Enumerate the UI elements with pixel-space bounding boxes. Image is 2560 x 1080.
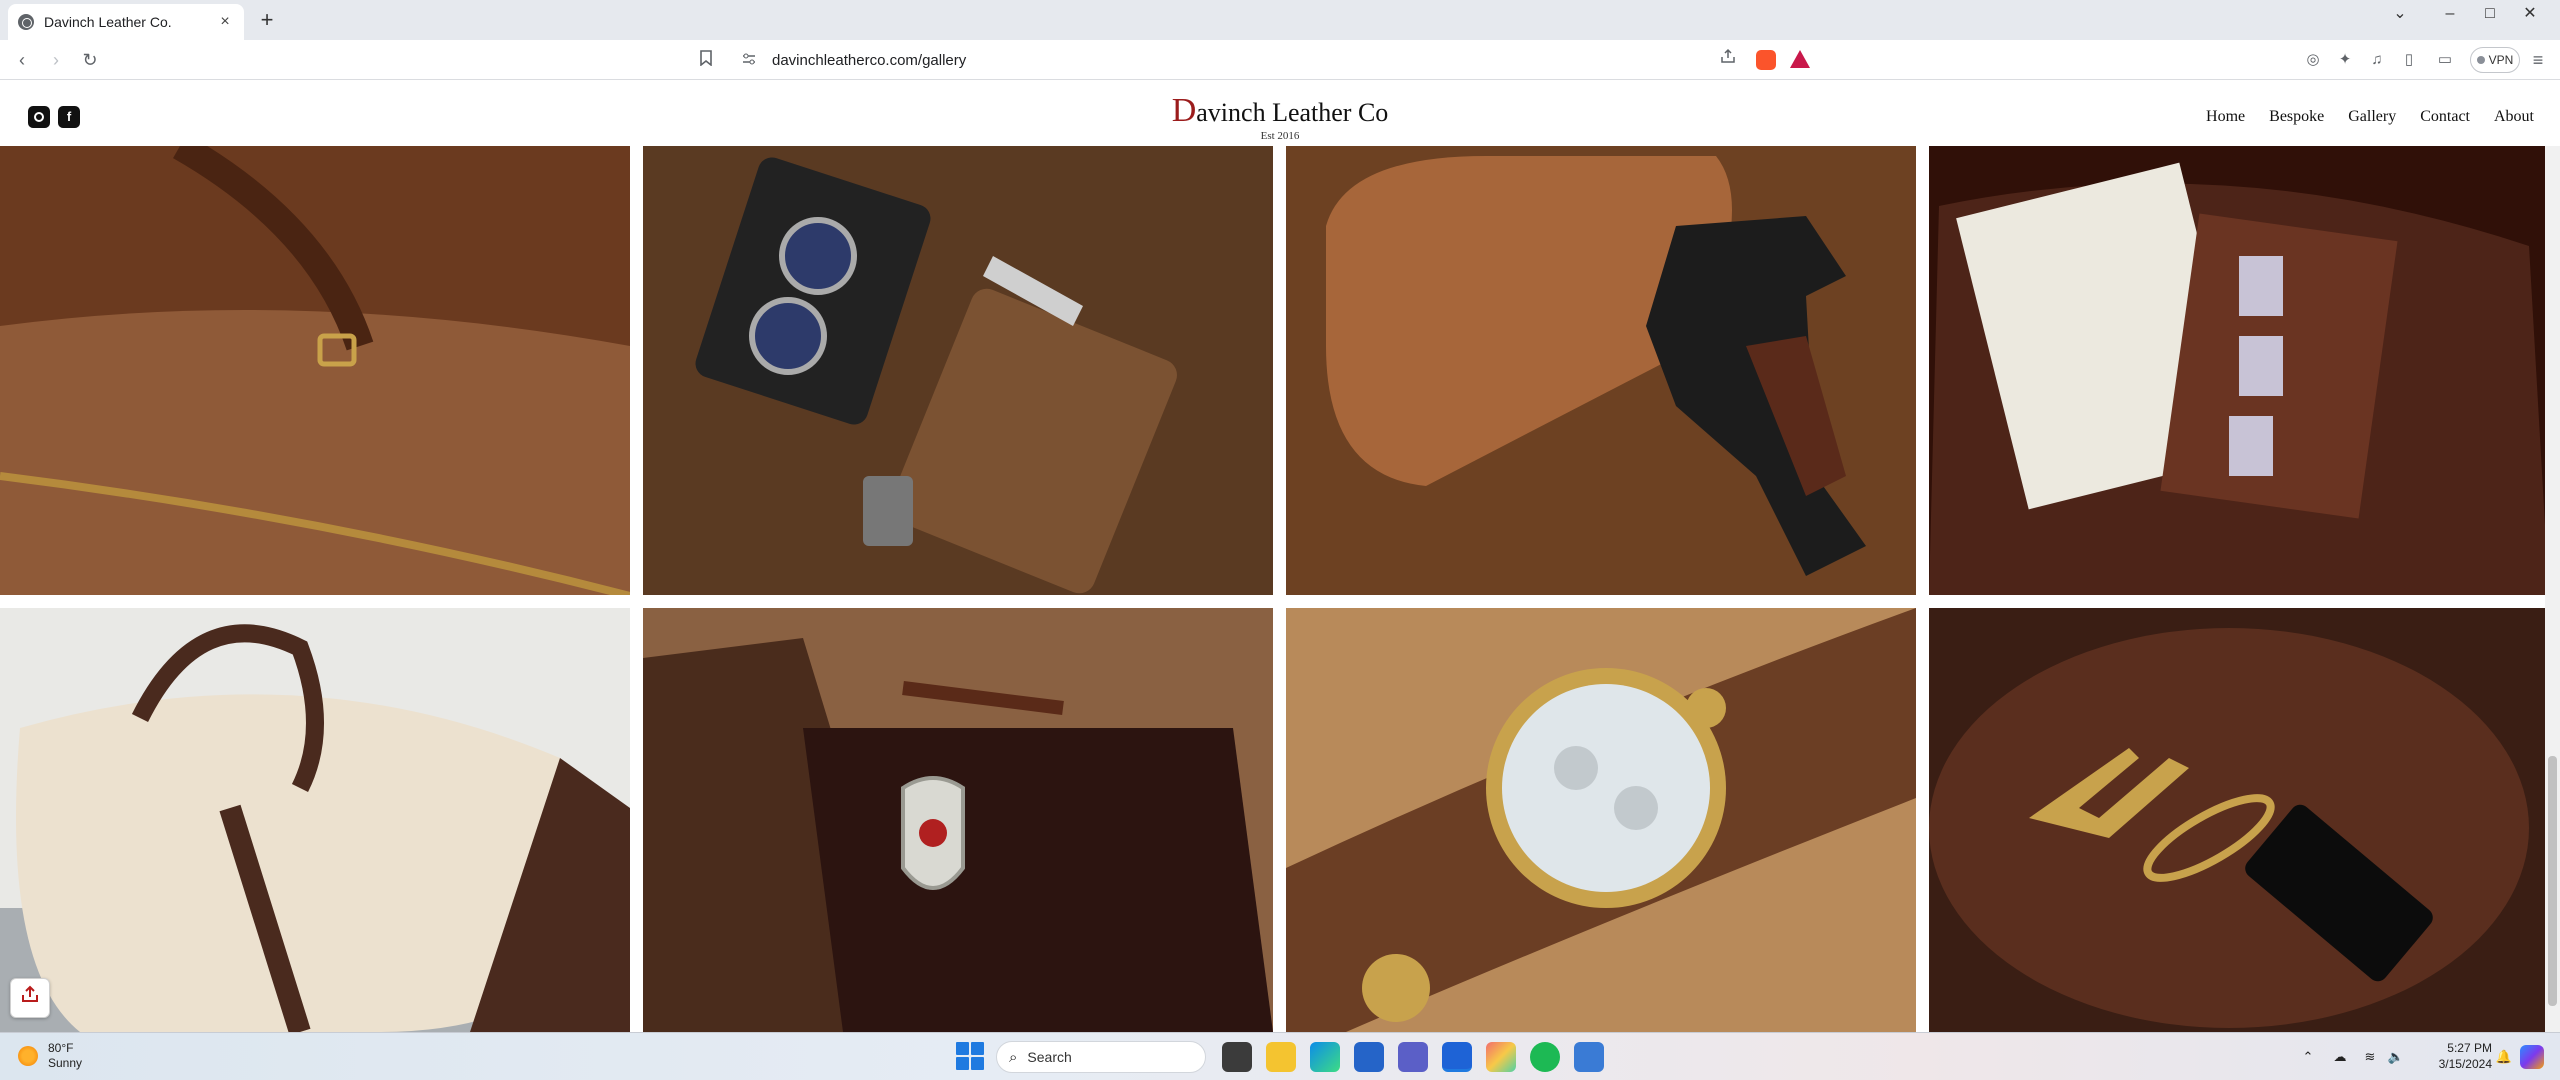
vpn-status-icon <box>2476 56 2485 64</box>
sidebar-icon[interactable]: ▯ <box>2398 49 2420 71</box>
reload-button[interactable]: ↻ <box>78 48 102 72</box>
leather-planner-photo <box>1929 146 2559 595</box>
temperature-text: 80°F <box>48 1041 74 1055</box>
site-nav: Home Bespoke Gallery Contact About <box>2206 108 2534 126</box>
weather-widget[interactable]: 80°F Sunny <box>18 1041 82 1071</box>
duffle-bag-zipper-photo <box>0 146 630 595</box>
sunny-weather-icon <box>18 1046 38 1066</box>
wifi-icon[interactable]: ≋ <box>2360 1047 2380 1067</box>
teams-icon[interactable] <box>1398 1042 1428 1072</box>
browser-tab-active[interactable]: Davinch Leather Co. × <box>8 4 244 40</box>
gallery-photo[interactable] <box>643 608 1273 1032</box>
established-text: Est 2016 <box>1260 130 1300 142</box>
keychain-tool-photo <box>1929 608 2559 1032</box>
vpn-button[interactable]: VPN <box>2470 47 2520 73</box>
gallery-photo[interactable] <box>1286 608 1916 1032</box>
back-button[interactable]: ‹ <box>10 48 34 72</box>
windows-taskbar: 80°F Sunny ⌕ Search ⌃ ☁ ≋ 🔈 5:27 PM 3/15… <box>0 1032 2560 1080</box>
gallery-photo[interactable] <box>1929 146 2559 595</box>
wallet-icon[interactable]: ▭ <box>2434 49 2456 71</box>
canvas-duffle-bag-photo <box>0 608 630 1032</box>
photo-gallery <box>0 146 2559 1032</box>
site-logo[interactable]: Davinch Leather Co <box>1080 92 1480 130</box>
browser-app-icon[interactable] <box>1574 1042 1604 1072</box>
leo-ai-icon[interactable]: ◎ <box>2302 49 2324 71</box>
badge-wallet-photo <box>643 608 1273 1032</box>
taskbar-search-box[interactable]: ⌕ Search <box>996 1041 1206 1073</box>
edge-browser-icon[interactable] <box>1310 1042 1340 1072</box>
gallery-photo[interactable] <box>1929 608 2559 1032</box>
clock-date: 3/15/2024 <box>2438 1057 2492 1071</box>
watch-strap-photo <box>1286 608 1916 1032</box>
nav-link-about[interactable]: About <box>2494 108 2534 126</box>
tab-search-chevron-icon[interactable]: ⌄ <box>2380 0 2420 28</box>
notification-bell-icon[interactable]: 🔔 <box>2494 1047 2514 1067</box>
tab-close-icon[interactable]: × <box>216 13 234 31</box>
app-window-icon[interactable] <box>1442 1042 1472 1072</box>
copilot-icon[interactable] <box>2520 1045 2544 1069</box>
maximize-button[interactable]: □ <box>2470 0 2510 28</box>
clock-time: 5:27 PM <box>2447 1041 2492 1055</box>
share-upload-button[interactable] <box>10 978 50 1018</box>
site-header: f Davinch Leather Co Est 2016 Home Bespo… <box>0 80 2560 146</box>
spotify-icon[interactable] <box>1530 1042 1560 1072</box>
tooled-pistol-case-photo <box>1286 146 1916 595</box>
minimize-button[interactable]: – <box>2430 0 2470 28</box>
weather-condition-text: Sunny <box>48 1056 83 1070</box>
speaker-muted-icon[interactable]: 🔈 <box>2386 1047 2406 1067</box>
close-window-button[interactable]: ✕ <box>2510 0 2550 28</box>
forward-button[interactable]: › <box>44 48 68 72</box>
hamburger-menu-icon[interactable]: ≡ <box>2526 48 2550 72</box>
microsoft-store-icon[interactable] <box>1354 1042 1384 1072</box>
nav-link-bespoke[interactable]: Bespoke <box>2269 108 2324 126</box>
instagram-icon[interactable] <box>28 106 50 128</box>
gallery-photo[interactable] <box>1286 146 1916 595</box>
show-hidden-icons-chevron-icon[interactable]: ⌃ <box>2298 1047 2318 1067</box>
tab-title: Davinch Leather Co. <box>44 14 172 30</box>
browser-toolbar: ‹ › ↻ davinchleatherco.com/gallery ◎ ✦ ♫… <box>0 40 2560 80</box>
new-tab-button[interactable]: + <box>254 8 280 34</box>
address-bar[interactable]: davinchleatherco.com/gallery <box>700 46 1800 74</box>
gallery-photo[interactable] <box>0 146 630 595</box>
facebook-icon[interactable]: f <box>58 106 80 128</box>
onedrive-icon[interactable]: ☁ <box>2330 1047 2350 1067</box>
site-favicon-icon <box>18 14 34 30</box>
page-scrollbar[interactable] <box>2545 146 2560 1032</box>
gallery-photo[interactable] <box>0 608 630 1032</box>
bookmark-icon[interactable] <box>700 49 724 71</box>
scrollbar-thumb[interactable] <box>2548 756 2557 1006</box>
brand-name: avinch Leather Co <box>1196 98 1389 127</box>
brave-rewards-icon[interactable] <box>1790 50 1810 68</box>
extensions-icon[interactable]: ✦ <box>2334 49 2356 71</box>
brave-shields-icon[interactable] <box>1756 50 1776 70</box>
url-text[interactable]: davinchleatherco.com/gallery <box>772 52 966 69</box>
nav-link-gallery[interactable]: Gallery <box>2348 108 2396 126</box>
browser-tab-bar: Davinch Leather Co. × + ⌄ – □ ✕ <box>0 0 2560 40</box>
file-explorer-icon[interactable] <box>1266 1042 1296 1072</box>
camera-wallet-photo <box>643 146 1273 595</box>
system-clock[interactable]: 5:27 PM 3/15/2024 <box>2420 1040 2492 1072</box>
site-settings-icon[interactable] <box>742 53 762 68</box>
search-icon: ⌕ <box>1009 1048 1018 1066</box>
nav-link-home[interactable]: Home <box>2206 108 2245 126</box>
vpn-label: VPN <box>2488 53 2514 67</box>
screen: Davinch Leather Co. × + ⌄ – □ ✕ ‹ › ↻ da… <box>0 0 2560 1080</box>
nav-link-contact[interactable]: Contact <box>2420 108 2470 126</box>
task-view-icon[interactable] <box>1222 1042 1252 1072</box>
photos-app-icon[interactable] <box>1486 1042 1516 1072</box>
taskbar-search-label: Search <box>1027 1049 1072 1065</box>
gallery-photo[interactable] <box>643 146 1273 595</box>
share-icon[interactable] <box>1716 48 1740 72</box>
upload-icon <box>22 985 38 1002</box>
media-icon[interactable]: ♫ <box>2366 49 2388 71</box>
windows-start-icon[interactable] <box>956 1042 984 1070</box>
brand-initial: D <box>1171 92 1197 129</box>
